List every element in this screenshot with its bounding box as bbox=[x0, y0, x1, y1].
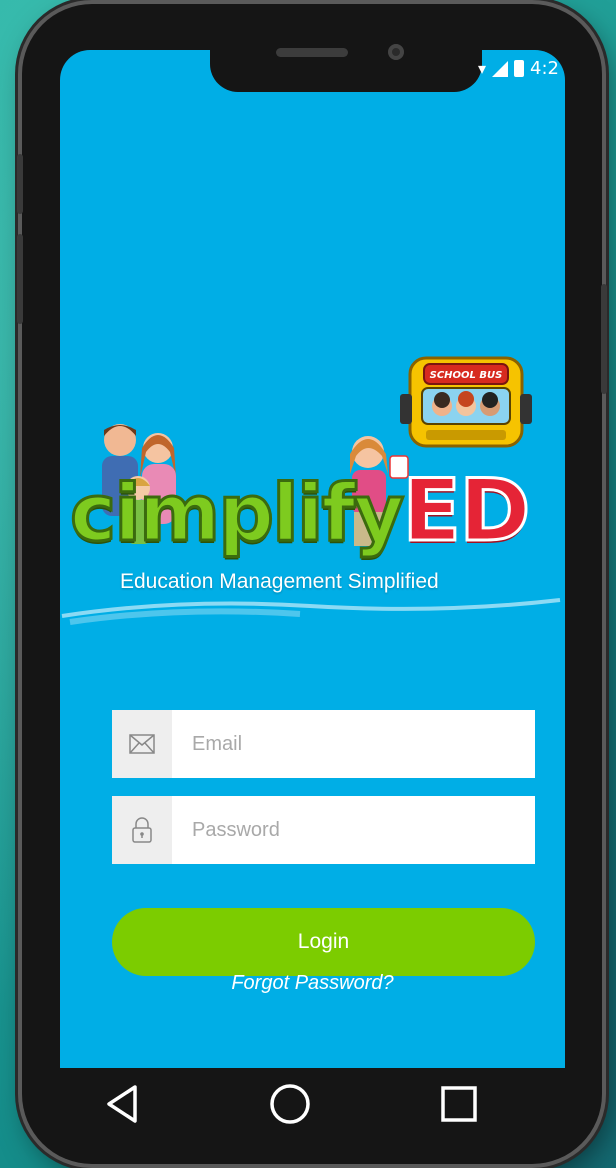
navigation-bar bbox=[38, 1064, 543, 1144]
recents-icon bbox=[441, 1086, 477, 1122]
email-icon-box bbox=[112, 710, 172, 778]
app-tagline: Education Management Simplified bbox=[120, 570, 439, 593]
notch bbox=[210, 50, 482, 92]
password-icon-box bbox=[112, 796, 172, 864]
app-logo: SCHOOL BUS cimplifyED bbox=[66, 350, 565, 590]
bus-sign-text: SCHOOL BUS bbox=[430, 370, 503, 381]
login-button[interactable]: Login bbox=[112, 908, 535, 976]
home-button[interactable] bbox=[260, 1074, 320, 1134]
password-field[interactable] bbox=[112, 796, 535, 864]
battery-icon bbox=[514, 60, 525, 77]
wifi-icon: ▾ bbox=[478, 59, 487, 78]
power-button bbox=[601, 284, 607, 394]
envelope-icon bbox=[129, 734, 155, 754]
back-button[interactable] bbox=[92, 1074, 152, 1134]
volume-down-button bbox=[17, 234, 23, 324]
status-time: 4:2 bbox=[530, 58, 559, 79]
password-input[interactable] bbox=[190, 809, 524, 851]
logo-wordmark: cimplifyED bbox=[68, 467, 531, 556]
recents-button[interactable] bbox=[429, 1074, 489, 1134]
phone-frame: ▾ 4:2 SCHOOL BUS cimplifyED Education Ma… bbox=[17, 4, 607, 1164]
email-input[interactable] bbox=[190, 723, 524, 765]
status-bar: ▾ 4:2 bbox=[478, 58, 559, 79]
bus-sign: SCHOOL BUS bbox=[430, 370, 503, 381]
lock-icon bbox=[132, 817, 152, 843]
front-camera bbox=[388, 44, 404, 60]
app-screen: ▾ 4:2 SCHOOL BUS cimplifyED Education Ma… bbox=[60, 50, 565, 1068]
back-icon bbox=[107, 1085, 137, 1123]
home-icon bbox=[270, 1084, 311, 1124]
forgot-password-link[interactable]: Forgot Password? bbox=[60, 972, 565, 995]
logo-simplify-text: cimplify bbox=[68, 469, 405, 559]
volume-up-button bbox=[17, 154, 23, 214]
logo-ed-text: ED bbox=[401, 461, 532, 561]
signal-icon bbox=[492, 60, 509, 77]
email-field[interactable] bbox=[112, 710, 535, 778]
speaker bbox=[276, 48, 348, 57]
